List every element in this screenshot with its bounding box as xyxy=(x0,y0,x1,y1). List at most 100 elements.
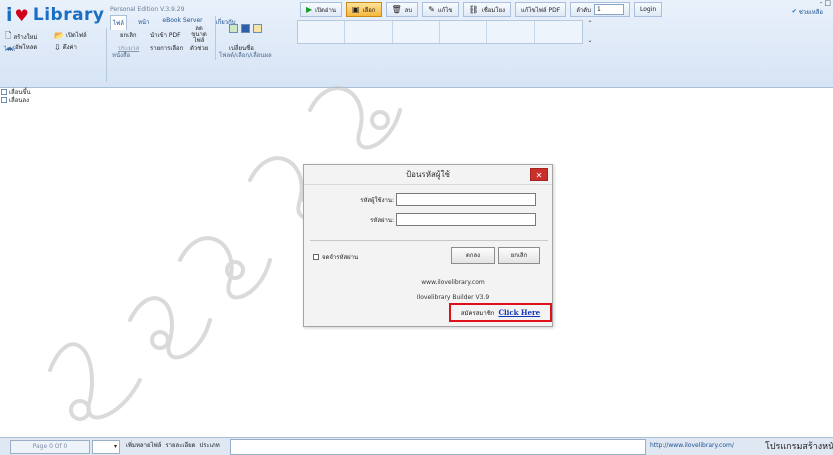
details-link[interactable]: รายละเอียด xyxy=(165,440,195,450)
play-icon: ▶ xyxy=(306,5,313,14)
register-label: สมัครสมาชิก xyxy=(460,309,495,317)
book-group: ยกเลิก นำเข้า PDF ลดขนาด ไฟล์ ประมวล ราย… xyxy=(108,16,216,60)
delete-button[interactable]: 🗑 ลบ xyxy=(385,2,419,17)
username-row: รหัสผู้ใช้งาน: xyxy=(304,193,536,206)
import-pdf-label: นำเข้า PDF xyxy=(150,32,181,39)
sequence-control: ลำดับ 1 xyxy=(570,2,630,17)
help-label: ช่วยเหลือ xyxy=(798,8,823,16)
folder-icon: ▣ xyxy=(352,5,360,14)
link-icon: ⛓ xyxy=(468,5,479,14)
link-button[interactable]: ⛓ เชื่อมโยง xyxy=(462,2,512,17)
create-new-label: สร้างใหม่ xyxy=(13,34,38,41)
select-list-button[interactable]: รายการเลือก xyxy=(150,43,183,53)
ok-button[interactable]: ตกลง xyxy=(451,247,495,264)
edition-label: Personal Edition V.3.9.29 xyxy=(110,6,185,13)
page-indicator-button[interactable]: Page 0 Of 0 xyxy=(10,440,90,454)
download-button[interactable]: ⇩ ดึงค่า xyxy=(54,42,77,52)
helper-label: ตัวช่วย xyxy=(190,45,209,52)
open-folder-icon: 📂 xyxy=(54,30,64,40)
gallery-cell[interactable] xyxy=(393,21,440,43)
status-bar: Page 0 Of 0 ▾ เพิ่มหลายไฟล์ รายละเอียด ป… xyxy=(0,437,833,455)
dialog-separator xyxy=(310,240,548,241)
status-url[interactable]: http://www.ilovelibrary.com/ xyxy=(650,442,734,449)
image-icon[interactable] xyxy=(229,24,238,33)
remember-password[interactable]: จดจำรหัสผ่าน xyxy=(313,252,358,262)
cancel-button[interactable]: ยกเลิก xyxy=(498,247,540,264)
cancel-book-label: ยกเลิก xyxy=(120,32,137,39)
heart-icon: ♥ xyxy=(14,5,29,25)
username-label: รหัสผู้ใช้งาน: xyxy=(360,196,394,204)
builder-version: Ilovelibrary Builder V3.9 xyxy=(416,294,490,301)
tree-item-down-label: เลื่อนลง xyxy=(9,97,30,104)
remember-label: จดจำรหัสผ่าน xyxy=(322,254,359,261)
add-files-link[interactable]: เพิ่มหลายไฟล์ xyxy=(126,440,161,450)
ribbon: i ♥ Library Personal Edition V.3.9.29 ไฟ… xyxy=(0,0,833,88)
register-box: สมัครสมาชิก Click Here xyxy=(449,303,552,322)
login-button[interactable]: Login xyxy=(633,2,663,17)
open-button[interactable]: ▶ เปิดอ่าน xyxy=(300,2,342,17)
ribbon-gallery[interactable] xyxy=(297,20,583,44)
status-message: โปรแกรมสร้างหนังสือ xyxy=(765,442,833,452)
open-file-button[interactable]: 📂 เปิดไฟล์ xyxy=(54,30,87,40)
status-text-box[interactable] xyxy=(230,439,646,455)
side-tree: เลื่อนขึ้น เลื่อนลง xyxy=(0,88,70,104)
reduce-size-label: ลดขนาด ไฟล์ xyxy=(191,25,207,44)
password-label: รหัสผ่าน: xyxy=(370,216,394,224)
helper-button[interactable]: ตัวช่วย xyxy=(190,43,208,53)
password-field[interactable] xyxy=(396,213,536,226)
logo-text: Library xyxy=(32,5,105,25)
page-number-input[interactable]: 1 xyxy=(593,4,624,15)
import-pdf-button[interactable]: นำเข้า PDF xyxy=(150,30,181,40)
save-icon[interactable] xyxy=(241,24,250,33)
close-icon[interactable]: ✕ xyxy=(530,168,548,181)
chevron-up-icon[interactable]: ⌃ xyxy=(587,20,592,27)
folder-group: เปลี่ยนชื่อ โฟลด์/เลือก/เลื่อนผล xyxy=(217,16,295,60)
reduce-size-button[interactable]: ลดขนาด ไฟล์ xyxy=(188,26,210,44)
edit-pdf-button[interactable]: แก้ไขไฟล์ PDF xyxy=(515,2,567,17)
password-row: รหัสผ่าน: xyxy=(304,213,536,226)
username-field[interactable] xyxy=(396,193,536,206)
picture-icon[interactable] xyxy=(253,24,262,33)
download-icon: ⇩ xyxy=(54,42,61,52)
file-group-label: ไฟล์ xyxy=(4,46,15,53)
edit-pdf-label: แก้ไขไฟล์ PDF xyxy=(521,6,561,14)
logo-i: i xyxy=(6,4,13,26)
book-group-label: หนังสือ xyxy=(112,52,131,59)
select-label: เลือก xyxy=(362,6,376,14)
login-dialog: ป้อนรหัสผู้ใช้ ✕ รหัสผู้ใช้งาน: รหัสผ่าน… xyxy=(303,164,553,327)
help-icon: ✔ xyxy=(791,8,797,15)
link-label: เชื่อมโยง xyxy=(481,6,506,14)
website-label: www.ilovelibrary.com xyxy=(421,279,485,286)
window-controls[interactable]: - □ xyxy=(820,0,831,7)
delete-label: ลบ xyxy=(404,6,413,14)
gallery-cell[interactable] xyxy=(440,21,488,43)
status-dropdown[interactable]: ▾ xyxy=(92,440,120,454)
edit-icon: ✎ xyxy=(428,5,435,14)
file-group: 🗋 สร้างใหม่ 📂 เปิดไฟล์ ☁ อัพโหลด ⇩ ดึงค่… xyxy=(2,28,107,82)
gallery-cell[interactable] xyxy=(535,21,582,43)
gallery-cell[interactable] xyxy=(298,21,346,43)
login-label: Login xyxy=(639,6,657,13)
folder-icons xyxy=(229,24,262,33)
select-button[interactable]: ▣ เลือก xyxy=(346,2,382,17)
folder-group-label: โฟลด์/เลือก/เลื่อนผล xyxy=(219,52,272,59)
gallery-cell[interactable] xyxy=(487,21,535,43)
open-label: เปิดอ่าน xyxy=(315,6,336,14)
open-file-label: เปิดไฟล์ xyxy=(65,32,87,39)
tree-node-icon xyxy=(1,89,7,95)
tree-item-down[interactable]: เลื่อนลง xyxy=(0,96,70,104)
register-link[interactable]: Click Here xyxy=(498,308,540,317)
download-label: ดึงค่า xyxy=(62,44,77,51)
gallery-cell[interactable] xyxy=(345,21,393,43)
gallery-scroll[interactable]: ⌃ ⌄ xyxy=(584,20,596,44)
edit-button[interactable]: ✎ แก้ไข xyxy=(422,2,459,17)
status-links: เพิ่มหลายไฟล์ รายละเอียด ประเภท xyxy=(126,440,220,450)
type-link[interactable]: ประเภท xyxy=(200,440,220,450)
chevron-down-icon[interactable]: ⌄ xyxy=(587,37,592,44)
remember-checkbox[interactable] xyxy=(313,254,319,260)
sequence-label: ลำดับ xyxy=(576,6,591,14)
select-list-label: รายการเลือก xyxy=(150,45,184,52)
tree-node-icon xyxy=(1,97,7,103)
edit-label: แก้ไข xyxy=(437,6,453,14)
cancel-book-button[interactable]: ยกเลิก xyxy=(120,30,137,40)
